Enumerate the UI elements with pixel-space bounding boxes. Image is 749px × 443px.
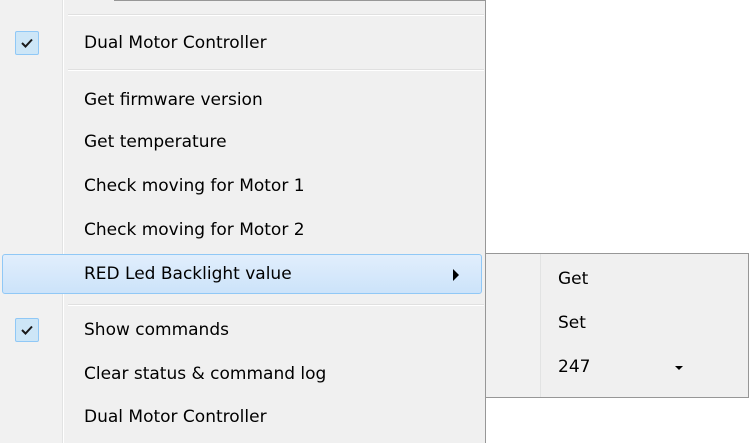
menu-item-dual-motor-controller-2[interactable]: Dual Motor Controller <box>0 396 484 438</box>
menu-item-red-led-backlight-value[interactable]: RED Led Backlight value <box>0 254 484 296</box>
menu-item-label: Check moving for Motor 1 <box>84 176 305 196</box>
menu-top-border <box>114 0 486 1</box>
menu-item-label: Get temperature <box>84 132 227 152</box>
submenu-item-get[interactable]: Get <box>558 269 588 289</box>
context-menu: Dual Motor Controller Get firmware versi… <box>0 0 486 443</box>
menu-item-check-moving-motor-1[interactable]: Check moving for Motor 1 <box>0 165 484 207</box>
menu-separator <box>68 14 484 16</box>
submenu-gutter-divider <box>540 254 541 397</box>
menu-item-clear-status-command-log[interactable]: Clear status & command log <box>0 353 484 395</box>
checkmark-icon <box>15 31 39 55</box>
combobox-value: 247 <box>558 357 591 377</box>
checkmark-icon <box>15 318 39 342</box>
menu-item-check-moving-motor-2[interactable]: Check moving for Motor 2 <box>0 209 484 251</box>
menu-item-label: Show commands <box>84 320 229 340</box>
menu-item-show-commands[interactable]: Show commands <box>0 309 484 351</box>
menu-item-label: Clear status & command log <box>84 364 327 384</box>
submenu-arrow-icon <box>453 269 459 281</box>
menu-separator <box>68 69 484 71</box>
menu-item-label: Dual Motor Controller <box>84 33 267 53</box>
menu-item-get-temperature[interactable]: Get temperature <box>0 121 484 163</box>
menu-item-label: RED Led Backlight value <box>84 264 292 284</box>
menu-item-label: Dual Motor Controller <box>84 407 267 427</box>
menu-separator <box>68 304 484 306</box>
menu-item-dual-motor-controller[interactable]: Dual Motor Controller <box>0 22 484 64</box>
menu-item-label: Get firmware version <box>84 90 263 110</box>
submenu-red-led-backlight: Get Set 247 <box>486 253 749 398</box>
menu-item-label: Check moving for Motor 2 <box>84 220 305 240</box>
submenu-item-set[interactable]: Set <box>558 313 586 333</box>
backlight-value-combobox[interactable]: 247 <box>548 353 698 383</box>
menu-item-get-firmware-version[interactable]: Get firmware version <box>0 79 484 121</box>
dropdown-arrow-icon[interactable] <box>675 366 683 370</box>
submenu-icon-gutter <box>486 254 540 397</box>
